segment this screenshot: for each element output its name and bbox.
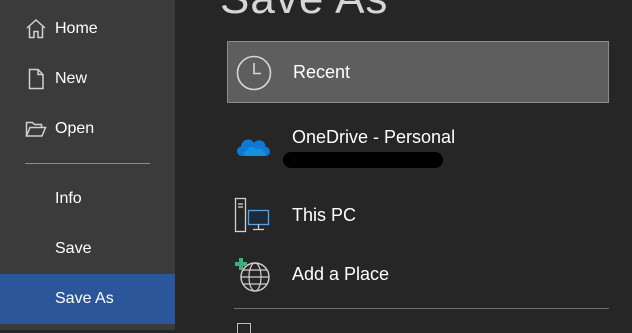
redacted-account-email xyxy=(283,152,443,168)
location-add-place-label: Add a Place xyxy=(292,264,390,284)
nav-open-label: Open xyxy=(55,120,95,137)
open-folder-icon xyxy=(24,117,48,141)
nav-divider xyxy=(25,163,150,164)
clock-icon xyxy=(235,54,273,97)
location-this-pc[interactable]: This PC xyxy=(227,192,609,238)
nav-save-label: Save xyxy=(55,240,92,257)
location-onedrive[interactable]: OneDrive - Personal xyxy=(227,118,609,178)
location-recent[interactable]: Recent xyxy=(227,41,609,103)
location-onedrive-label: OneDrive - Personal xyxy=(292,127,456,147)
page-title: Save As xyxy=(220,0,388,24)
nav-new-label: New xyxy=(55,70,88,87)
new-document-icon xyxy=(24,67,48,91)
nav-open[interactable]: Open xyxy=(0,104,175,154)
location-add-place[interactable]: Add a Place xyxy=(227,252,609,296)
browse-folder-icon xyxy=(237,323,251,333)
backstage-nav: Home New Open Info Save Save As xyxy=(0,0,175,330)
locations-divider xyxy=(234,308,609,309)
nav-home-label: Home xyxy=(55,20,98,37)
cloud-icon xyxy=(233,132,273,165)
computer-icon xyxy=(233,196,273,241)
location-recent-label: Recent xyxy=(293,62,351,82)
nav-save-as-label: Save As xyxy=(55,290,114,307)
nav-save[interactable]: Save xyxy=(0,224,175,274)
home-icon xyxy=(24,17,48,41)
nav-home[interactable]: Home xyxy=(0,4,175,54)
globe-add-icon xyxy=(233,255,273,300)
nav-info-label: Info xyxy=(55,190,82,207)
location-this-pc-label: This PC xyxy=(292,205,357,225)
nav-info[interactable]: Info xyxy=(0,174,175,224)
nav-new[interactable]: New xyxy=(0,54,175,104)
nav-save-as[interactable]: Save As xyxy=(0,274,175,324)
